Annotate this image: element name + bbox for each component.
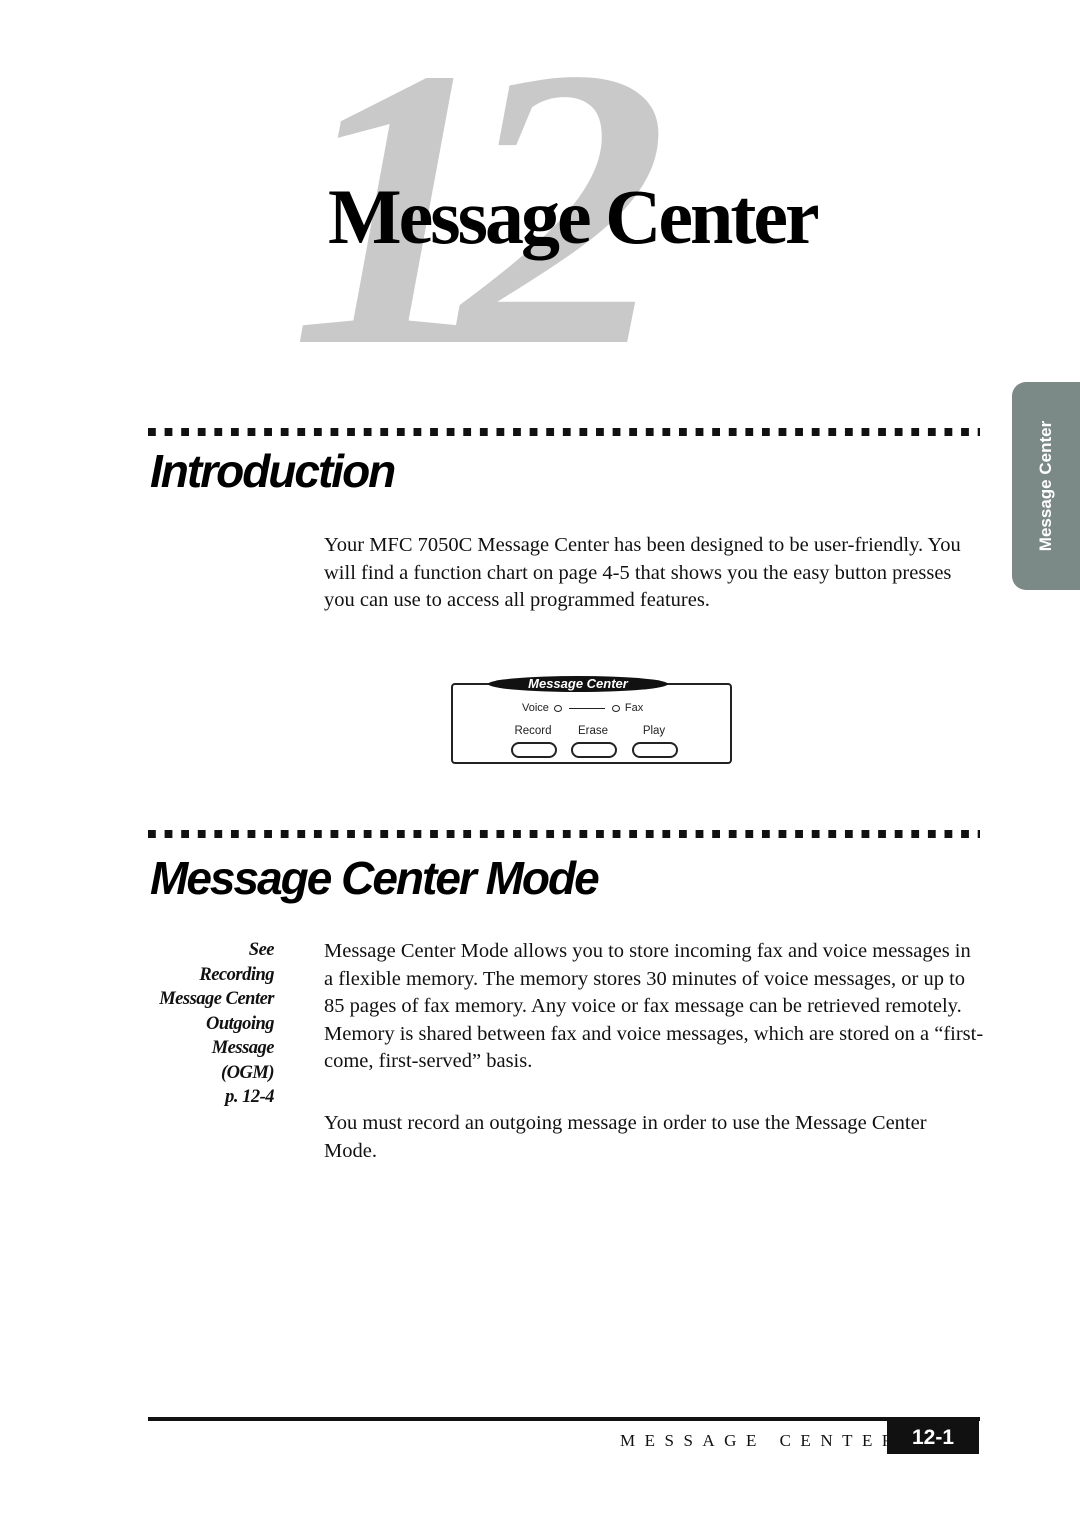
margin-note-line: (OGM) [221,1062,275,1083]
margin-note-line: Message [211,1038,275,1058]
play-button-label: Play [642,725,666,737]
side-tab[interactable]: Message Center [1012,382,1080,590]
margin-note-cross-reference: See Recording Message Center Outgoing Me… [140,938,274,1110]
side-tab-label: Message Center [1036,420,1055,552]
led-connector [568,707,605,709]
voice-led-label: Voice [522,702,549,714]
section-divider [148,830,980,838]
margin-note-line: Outgoing [206,1013,274,1034]
record-button [511,742,557,758]
margin-note-line: See [248,940,275,960]
margin-note-line: Message Center [159,989,274,1009]
voice-led-icon [553,704,562,712]
footer-title: MESSAGE CENTER [620,1431,903,1450]
mode-paragraph-2: You must record an outgoing message in o… [324,1112,927,1162]
margin-note-line: Recording [199,964,274,985]
erase-button [571,742,617,758]
section-heading-message-center-mode: Message Center Mode [150,852,600,904]
margin-note-line: p. 12-4 [225,1087,274,1107]
panel-label: Message Center [488,676,668,692]
chapter-title: Message Center [328,173,820,260]
fax-led-label: Fax [624,702,644,714]
play-button [632,742,678,758]
led-row: Voice Fax [522,702,643,714]
page-number-badge: 12-1 [887,1419,979,1454]
section-divider [148,428,980,436]
footer-rule [148,1417,980,1421]
section-heading-introduction: Introduction [150,445,396,497]
fax-led-icon [611,704,620,712]
mode-paragraph-1: Message Center Mode allows you to store … [324,940,984,1072]
record-button-label: Record [514,725,552,737]
intro-paragraph: Your MFC 7050C Message Center has been d… [324,534,961,611]
erase-button-label: Erase [577,725,609,737]
